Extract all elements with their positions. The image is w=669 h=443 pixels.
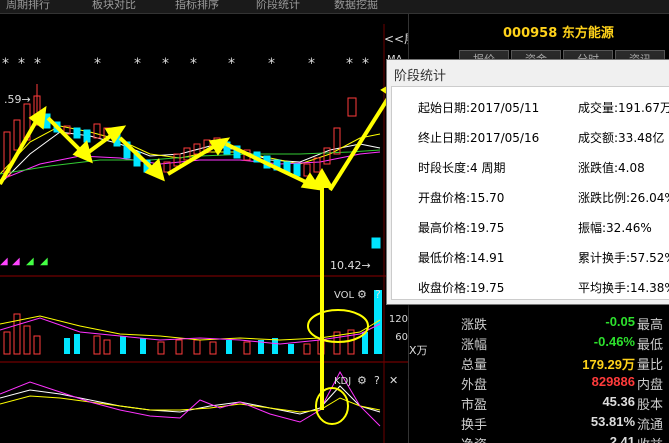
svg-text:*: * xyxy=(190,56,197,72)
svg-text:◢: ◢ xyxy=(0,256,8,267)
stat-open-price: 开盘价格:15.70 xyxy=(418,191,505,205)
stat-period-length: 时段长度:4 周期 xyxy=(418,161,506,175)
stock-name: 东方能源 xyxy=(561,26,614,41)
quote-row: 总量 179.29万 量比 xyxy=(461,357,664,373)
top-menu-bar: 周期排行 板块对比 指标排序 阶段统计 数据挖掘 xyxy=(0,0,669,14)
svg-text:*: * xyxy=(2,56,9,72)
kline-chart-area[interactable]: * * * * * * * * * * * * ◢ ◢ ◢ ◢ <<展开 .59… xyxy=(0,14,428,443)
svg-text:*: * xyxy=(268,56,275,72)
quote-row: 净资 2.41 收益 xyxy=(461,434,663,443)
quote-row: 市盈 45.36 股本 xyxy=(461,394,664,413)
svg-text:*: * xyxy=(308,56,315,72)
quote-row: 涨幅 -0.46% 最低 xyxy=(461,334,664,353)
gear-icon[interactable]: ⚙ xyxy=(357,374,367,387)
help-icon[interactable]: ? xyxy=(374,374,380,387)
volume-bars xyxy=(3,290,382,355)
svg-text:*: * xyxy=(162,56,169,72)
volume-axis-label: 60 xyxy=(395,332,408,343)
stat-turnover: 成交额:33.48亿 xyxy=(578,131,665,145)
volume-axis-label: 120 xyxy=(388,314,408,325)
svg-text:*: * xyxy=(228,56,235,72)
menu-item[interactable]: 指标排序 xyxy=(175,0,219,12)
stat-volume: 成交量:191.67万 xyxy=(578,101,669,115)
quote-row: 涨跌 -0.05 最高 xyxy=(461,314,664,333)
price-marker: .59→ xyxy=(4,93,31,106)
signal-markers: * * * * * * * * * * * * xyxy=(2,56,369,72)
volume-unit-label: X万 xyxy=(409,344,428,357)
arrow-head xyxy=(310,167,334,188)
svg-text:*: * xyxy=(362,56,369,72)
low-price-marker: 10.42→ xyxy=(330,259,371,272)
stat-close-price: 收盘价格:19.75 xyxy=(418,281,505,295)
stock-title[interactable]: 000958 东方能源 xyxy=(503,22,614,41)
svg-text:*: * xyxy=(18,56,25,72)
popup-body: 起始日期:2017/05/11 终止日期:2017/05/16 时段长度:4 周… xyxy=(391,86,669,300)
stat-cum-turnover: 累计换手:57.52% xyxy=(578,251,669,265)
svg-text:◢: ◢ xyxy=(12,256,20,267)
stat-high-price: 最高价格:19.75 xyxy=(418,221,505,235)
stage-stats-popup[interactable]: 阶段统计 起始日期:2017/05/11 终止日期:2017/05/16 时段长… xyxy=(386,59,669,305)
stat-start-date: 起始日期:2017/05/11 xyxy=(418,101,540,115)
stat-change-value: 涨跌值:4.08 xyxy=(578,161,645,175)
svg-text:◢: ◢ xyxy=(26,256,34,267)
help-icon[interactable]: ? xyxy=(375,288,381,301)
menu-item[interactable]: 板块对比 xyxy=(92,0,136,12)
stat-low-price: 最低价格:14.91 xyxy=(418,251,505,265)
menu-item[interactable]: 阶段统计 xyxy=(256,0,300,12)
svg-text:*: * xyxy=(346,56,353,72)
svg-text:*: * xyxy=(134,56,141,72)
stat-amplitude: 振幅:32.46% xyxy=(578,221,652,235)
menu-item[interactable]: 数据挖掘 xyxy=(334,0,378,12)
stat-end-date: 终止日期:2017/05/16 xyxy=(418,131,540,145)
stat-avg-turnover: 平均换手:14.38% xyxy=(578,281,669,295)
quote-row: 换手 53.81% 流通 xyxy=(461,414,664,433)
svg-text:*: * xyxy=(94,56,101,72)
quote-row: 外盘 829886 内盘 xyxy=(461,374,664,393)
buy-sell-markers: ◢ ◢ ◢ ◢ xyxy=(0,256,48,267)
menu-item[interactable]: 周期排行 xyxy=(6,0,50,12)
stock-code: 000958 xyxy=(503,26,558,41)
trend-arrows xyxy=(0,78,401,410)
popup-title: 阶段统计 xyxy=(394,69,447,84)
volume-indicator-title[interactable]: VOL xyxy=(334,290,354,301)
kdj-indicator-title[interactable]: KDJ xyxy=(334,376,351,387)
gear-icon[interactable]: ⚙ xyxy=(357,288,367,301)
stat-change-pct: 涨跌比例:26.04% xyxy=(578,191,669,205)
close-icon[interactable]: ✕ xyxy=(389,374,398,387)
svg-text:*: * xyxy=(34,56,41,72)
svg-text:◢: ◢ xyxy=(40,256,48,267)
